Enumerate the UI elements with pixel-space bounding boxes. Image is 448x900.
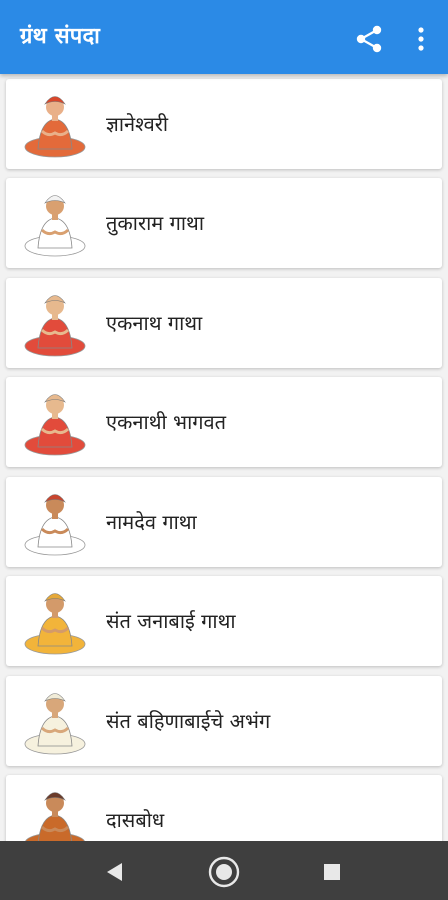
saint-portrait-icon xyxy=(24,693,86,755)
item-label: संत बहिणाबाईचे अभंग xyxy=(106,709,271,733)
back-triangle-icon[interactable] xyxy=(98,855,132,889)
saint-portrait-icon xyxy=(24,295,86,357)
item-label: दासबोध xyxy=(106,808,165,832)
list-item[interactable]: ज्ञानेश्वरी xyxy=(6,79,442,169)
saint-portrait-icon xyxy=(25,792,85,841)
list-item[interactable]: नामदेव गाथा xyxy=(6,477,442,567)
list-item[interactable]: संत बहिणाबाईचे अभंग xyxy=(6,676,442,766)
item-label: एकनाथ गाथा xyxy=(106,311,203,335)
list-item[interactable]: दासबोध xyxy=(6,775,442,841)
saint-portrait-icon xyxy=(24,494,86,556)
saint-portrait-icon xyxy=(24,195,86,257)
list-item[interactable]: तुकाराम गाथा xyxy=(6,178,442,268)
saint-portrait-icon xyxy=(24,593,86,655)
item-label: नामदेव गाथा xyxy=(106,510,197,534)
item-label: एकनाथी भागवत xyxy=(106,410,227,434)
share-icon[interactable] xyxy=(352,22,386,56)
system-nav-bar xyxy=(0,841,448,900)
recents-square-icon[interactable] xyxy=(315,855,349,889)
item-label: ज्ञानेश्वरी xyxy=(106,112,169,136)
book-list: ज्ञानेश्वरी तुकाराम गाथा एकनाथ गाथा एकना… xyxy=(0,74,448,841)
saint-portrait-icon xyxy=(24,96,86,158)
list-item[interactable]: एकनाथी भागवत xyxy=(6,377,442,467)
list-item[interactable]: एकनाथ गाथा xyxy=(6,278,442,368)
page-title: ग्रंथ संपदा xyxy=(20,24,101,49)
home-circle-icon[interactable] xyxy=(207,855,241,889)
saint-portrait-icon xyxy=(24,394,86,456)
list-item[interactable]: संत जनाबाई गाथा xyxy=(6,576,442,666)
item-label: संत जनाबाई गाथा xyxy=(106,609,236,633)
more-vert-icon[interactable] xyxy=(408,22,434,56)
app-bar: ग्रंथ संपदा xyxy=(0,0,448,74)
item-label: तुकाराम गाथा xyxy=(106,211,205,235)
